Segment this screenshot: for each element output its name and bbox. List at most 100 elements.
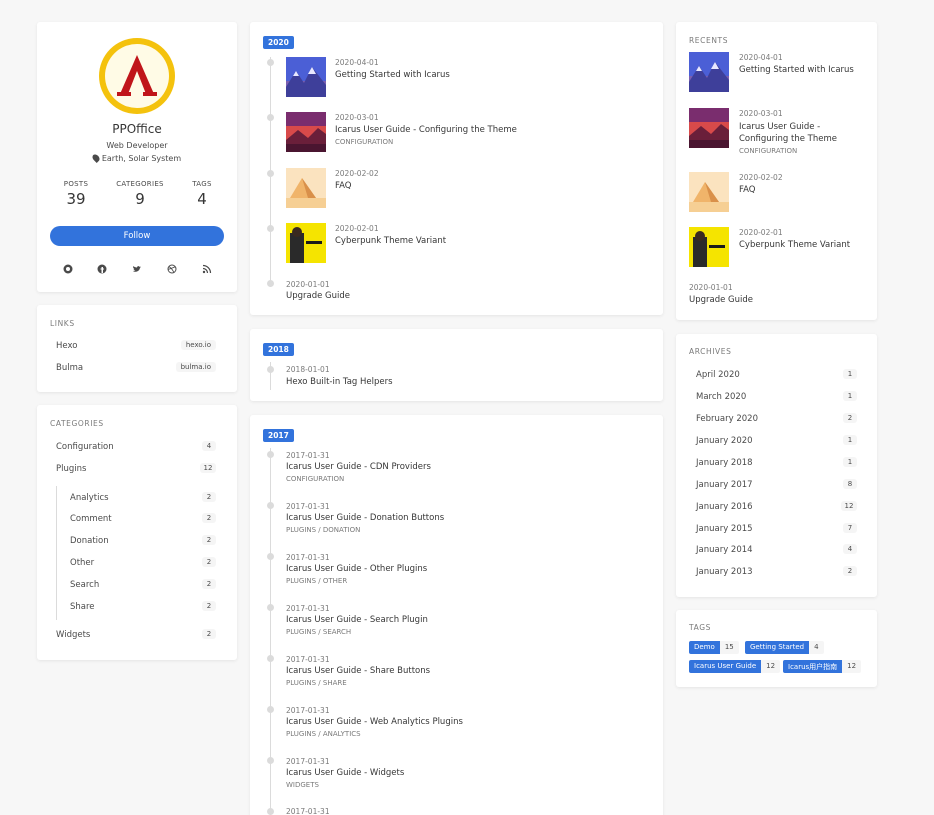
post-category[interactable]: PLUGINS / DONATION <box>286 526 360 534</box>
link-name: Hexo <box>56 341 78 351</box>
recent-title[interactable]: Upgrade Guide <box>689 295 753 305</box>
thumbnail-mountains[interactable] <box>286 57 326 97</box>
subcategory-item-analytics[interactable]: Analytics 2 <box>70 491 216 505</box>
category-count: 4 <box>202 441 216 451</box>
archive-name: January 2014 <box>696 545 753 555</box>
post-title[interactable]: Icarus User Guide - Share Buttons <box>286 666 430 676</box>
thumbnail-desert[interactable] <box>689 172 729 212</box>
logo-icon <box>117 55 157 96</box>
subcategory-divider <box>56 486 57 620</box>
category-item-configuration[interactable]: Configuration 4 <box>56 440 216 454</box>
archive-item[interactable]: January 2018 1 <box>696 457 857 471</box>
link-item-hexo[interactable]: Hexo hexo.io <box>56 339 216 353</box>
category-count: 2 <box>202 513 216 523</box>
post-date: 2020-04-01 <box>335 58 379 67</box>
archive-item[interactable]: April 2020 1 <box>696 369 857 383</box>
recent-title[interactable]: Icarus User Guide - Configuring the Them… <box>739 121 869 145</box>
tag-icarus-zh[interactable]: Icarus用户指南 12 <box>783 660 862 673</box>
stat-value: 4 <box>197 190 207 208</box>
recent-category[interactable]: CONFIGURATION <box>739 147 797 155</box>
post-category[interactable]: CONFIGURATION <box>286 475 344 483</box>
post-category[interactable]: WIDGETS <box>286 781 319 789</box>
archive-item[interactable]: January 2013 2 <box>696 566 857 580</box>
follow-button[interactable]: Follow <box>50 226 224 246</box>
profile-card: PPOffice Web Developer Earth, Solar Syst… <box>37 22 237 292</box>
year-badge: 2018 <box>263 343 294 356</box>
tag-getting-started[interactable]: Getting Started 4 <box>745 641 824 654</box>
archives-heading: ARCHIVES <box>689 347 732 356</box>
links-heading: LINKS <box>50 319 75 328</box>
archive-item[interactable]: January 2017 8 <box>696 479 857 493</box>
category-name: Comment <box>70 514 112 524</box>
thumbnail-desert[interactable] <box>286 168 326 208</box>
post-title[interactable]: FAQ <box>335 181 351 191</box>
recent-title[interactable]: FAQ <box>739 185 869 195</box>
github-icon[interactable] <box>63 264 73 274</box>
year-badge: 2017 <box>263 429 294 442</box>
timeline-dot <box>267 170 274 177</box>
subcategory-item-share[interactable]: Share 2 <box>70 600 216 614</box>
post-title[interactable]: Icarus User Guide - Donation Buttons <box>286 513 444 523</box>
post-title[interactable]: Upgrade Guide <box>286 291 350 301</box>
dribbble-icon[interactable] <box>167 264 177 274</box>
archives-card: ARCHIVES April 2020 1 March 2020 1 Febru… <box>676 334 877 597</box>
post-category[interactable]: CONFIGURATION <box>335 138 393 146</box>
timeline-dot <box>267 808 274 815</box>
rss-icon[interactable] <box>202 264 212 274</box>
archive-item[interactable]: March 2020 1 <box>696 391 857 405</box>
post-title[interactable]: Hexo Built-in Tag Helpers <box>286 377 393 387</box>
post-category[interactable]: PLUGINS / SHARE <box>286 679 347 687</box>
thumbnail-cyberpunk[interactable] <box>286 223 326 263</box>
tag-icarus-user-guide[interactable]: Icarus User Guide 12 <box>689 660 781 673</box>
subcategory-item-other[interactable]: Other 2 <box>70 556 216 570</box>
post-category[interactable]: PLUGINS / ANALYTICS <box>286 730 361 738</box>
thumbnail-cyberpunk[interactable] <box>689 227 729 267</box>
archive-name: January 2013 <box>696 567 753 577</box>
post-title[interactable]: Icarus User Guide - Search Plugin <box>286 615 428 625</box>
archive-item[interactable]: January 2016 12 <box>696 501 857 515</box>
tag-name: Getting Started <box>745 641 810 654</box>
archive-item[interactable]: January 2020 1 <box>696 435 857 449</box>
post-title[interactable]: Cyberpunk Theme Variant <box>335 236 446 246</box>
category-count: 2 <box>202 557 216 567</box>
recent-title[interactable]: Getting Started with Icarus <box>739 65 869 75</box>
tag-demo[interactable]: Demo 15 <box>689 641 739 654</box>
archive-name: March 2020 <box>696 392 747 402</box>
archive-item[interactable]: January 2014 4 <box>696 544 857 558</box>
stat-categories[interactable]: CATEGORIES 9 <box>109 180 171 208</box>
timeline-dot <box>267 655 274 662</box>
category-item-plugins[interactable]: Plugins 12 <box>56 462 216 476</box>
post-category[interactable]: PLUGINS / SEARCH <box>286 628 351 636</box>
link-item-bulma[interactable]: Bulma bulma.io <box>56 361 216 375</box>
post-title[interactable]: Getting Started with Icarus <box>335 70 450 80</box>
archive-count: 1 <box>843 435 857 445</box>
category-item-widgets[interactable]: Widgets 2 <box>56 628 216 642</box>
thumbnail-sunset[interactable] <box>689 108 729 148</box>
subcategory-item-comment[interactable]: Comment 2 <box>70 512 216 526</box>
subcategory-item-search[interactable]: Search 2 <box>70 578 216 592</box>
tag-count: 12 <box>761 660 781 673</box>
thumbnail-sunset[interactable] <box>286 112 326 152</box>
post-title[interactable]: Icarus User Guide - CDN Providers <box>286 462 431 472</box>
stat-posts[interactable]: POSTS 39 <box>51 180 101 208</box>
archive-item[interactable]: January 2015 7 <box>696 523 857 537</box>
post-date: 2020-03-01 <box>335 113 379 122</box>
stat-tags[interactable]: TAGS 4 <box>177 180 227 208</box>
archive-item[interactable]: February 2020 2 <box>696 413 857 427</box>
archive-name: January 2016 <box>696 502 753 512</box>
thumbnail-mountains[interactable] <box>689 52 729 92</box>
recent-title[interactable]: Cyberpunk Theme Variant <box>739 240 869 250</box>
post-category[interactable]: PLUGINS / OTHER <box>286 577 347 585</box>
post-title[interactable]: Icarus User Guide - Configuring the Them… <box>335 125 517 135</box>
facebook-icon[interactable] <box>97 264 107 274</box>
post-title[interactable]: Icarus User Guide - Other Plugins <box>286 564 427 574</box>
tag-name: Icarus用户指南 <box>783 660 843 673</box>
subcategory-item-donation[interactable]: Donation 2 <box>70 534 216 548</box>
post-title[interactable]: Icarus User Guide - Widgets <box>286 768 404 778</box>
archive-name: January 2017 <box>696 480 753 490</box>
twitter-icon[interactable] <box>132 264 142 274</box>
recent-date: 2020-03-01 <box>739 109 783 118</box>
tag-count: 12 <box>842 660 862 673</box>
timeline-dot <box>267 114 274 121</box>
post-title[interactable]: Icarus User Guide - Web Analytics Plugin… <box>286 717 463 727</box>
